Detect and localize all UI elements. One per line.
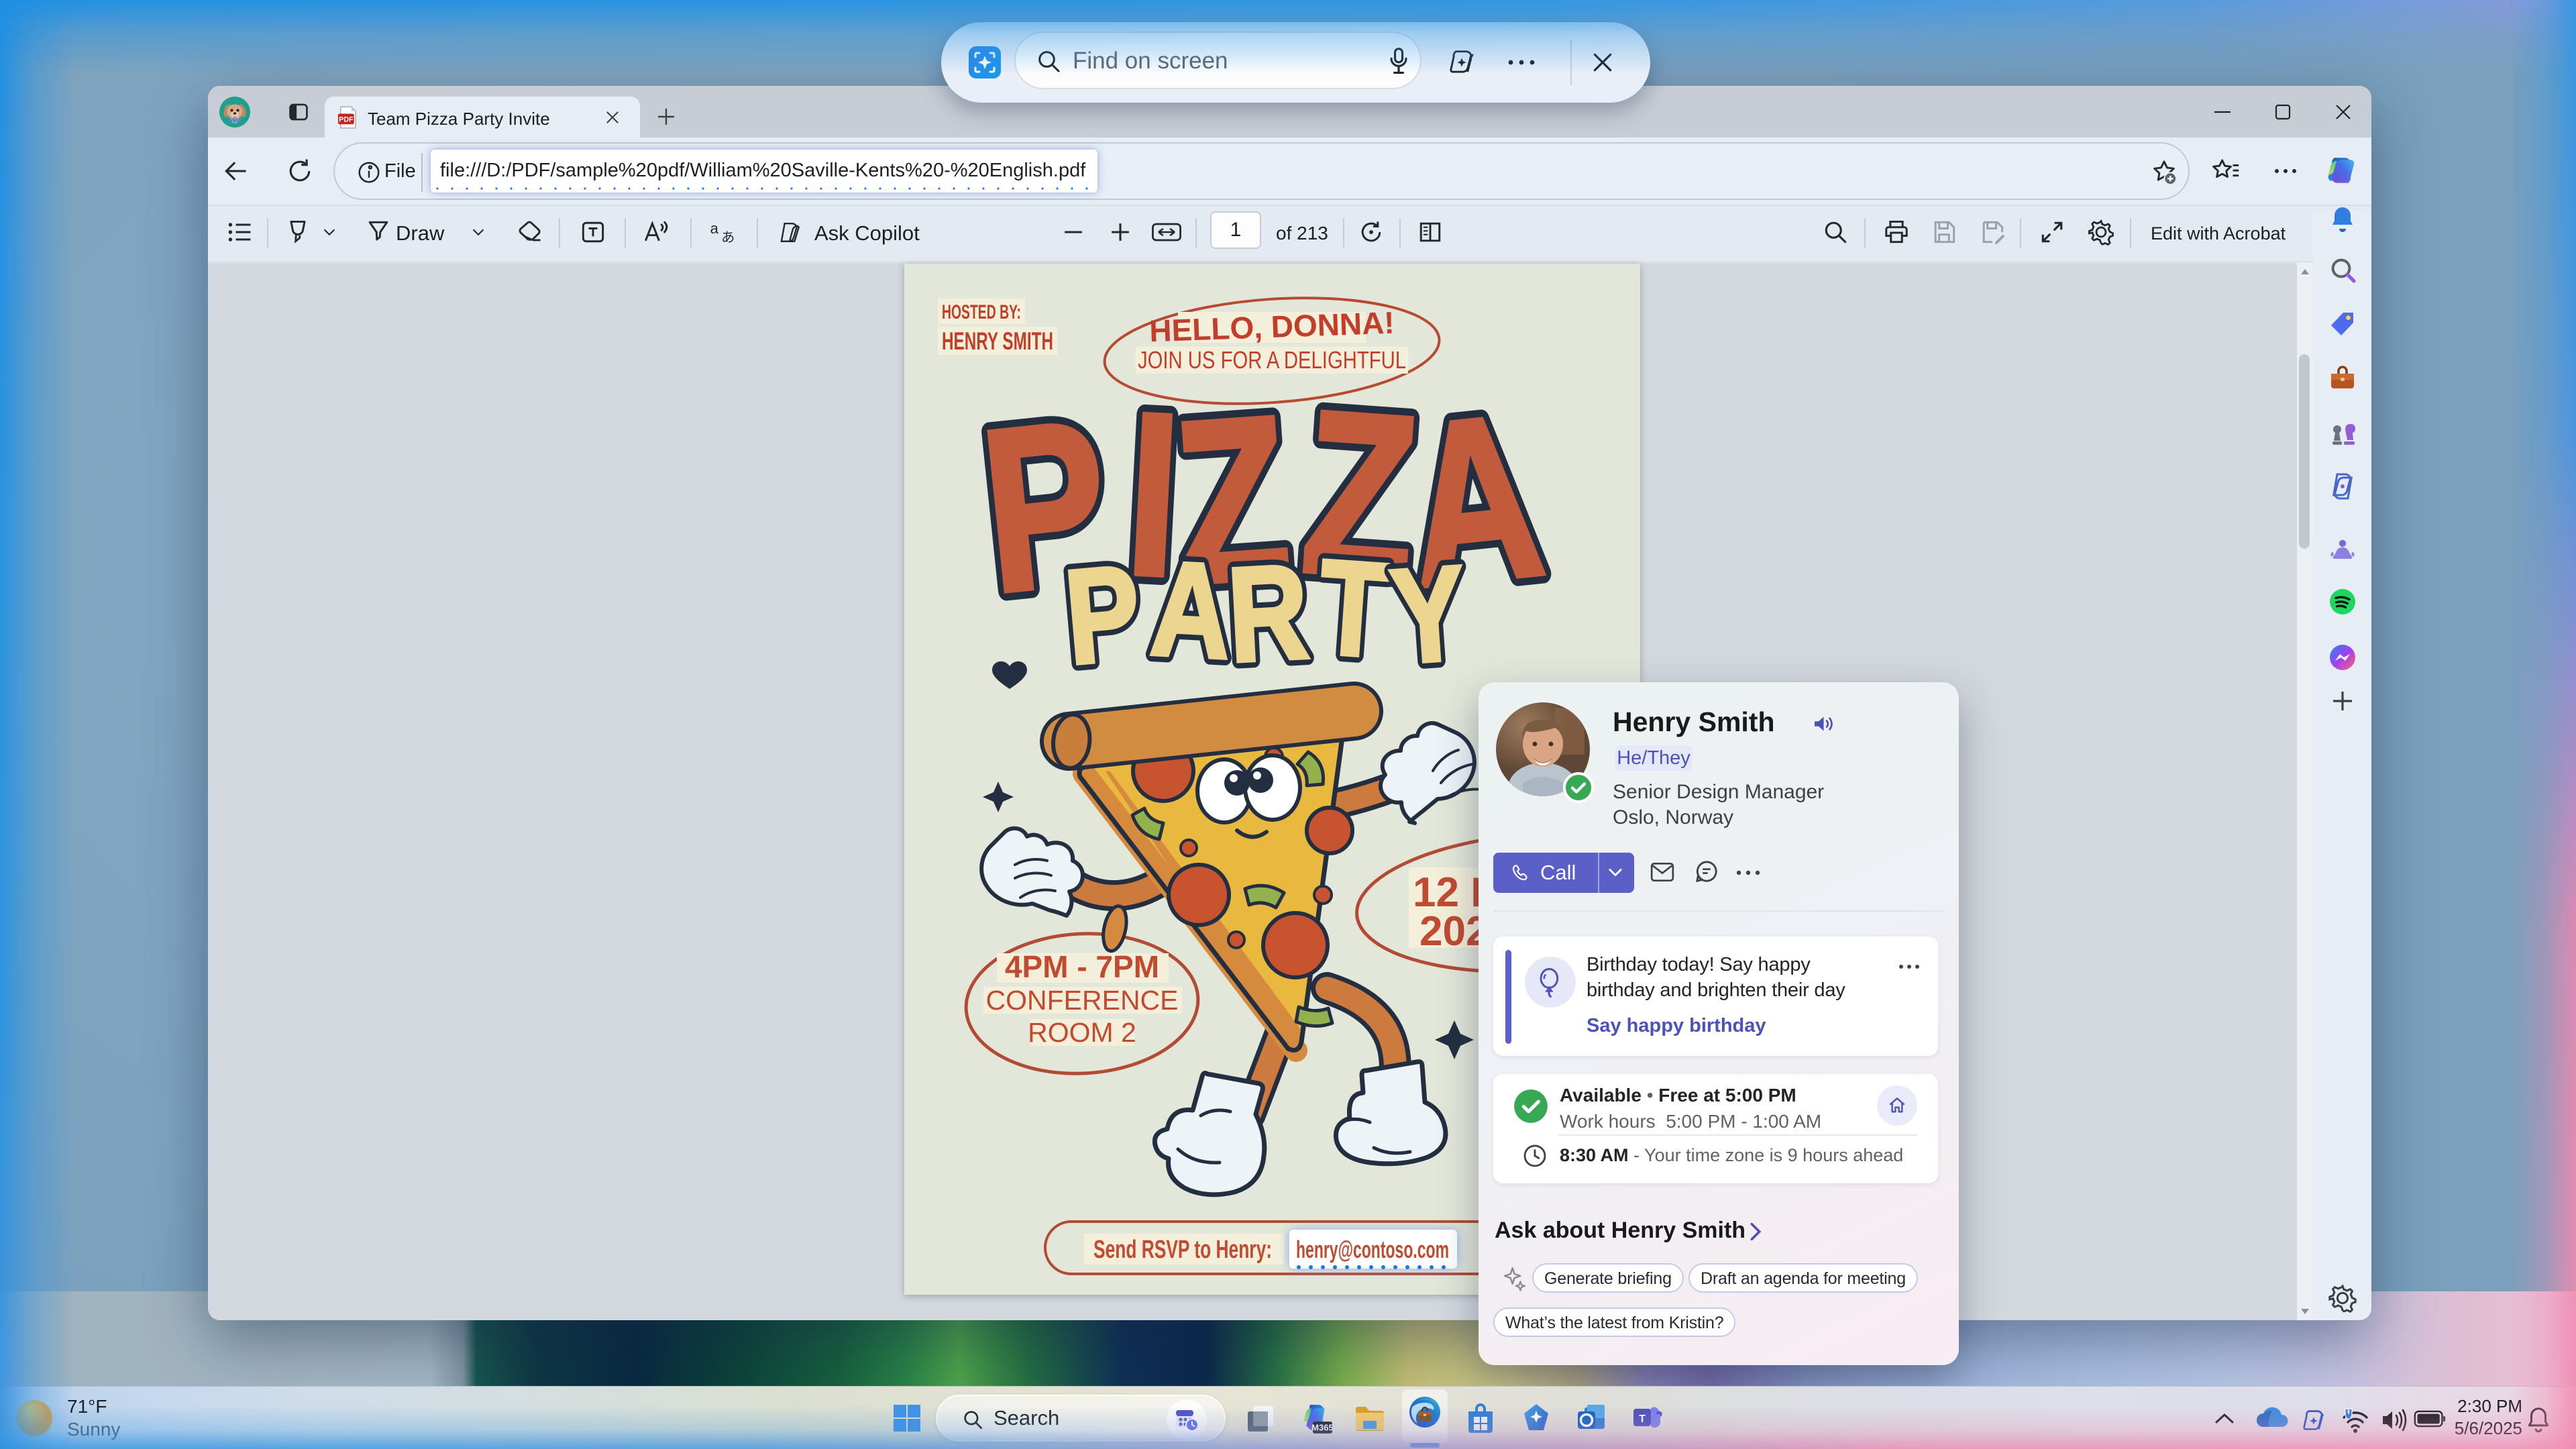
svg-text:HOSTED BY:: HOSTED BY: bbox=[942, 301, 1021, 323]
svg-text:HENRY SMITH: HENRY SMITH bbox=[942, 327, 1053, 355]
svg-text:あ: あ bbox=[721, 231, 735, 246]
svg-text:T: T bbox=[1314, 531, 1392, 686]
svg-text:T: T bbox=[1639, 1413, 1646, 1425]
svg-text:ROOM 2: ROOM 2 bbox=[1028, 1017, 1136, 1048]
svg-text:a: a bbox=[710, 220, 719, 237]
svg-text:henry@contoso.com: henry@contoso.com bbox=[1296, 1236, 1449, 1263]
svg-text:R: R bbox=[1224, 536, 1311, 690]
svg-text:P: P bbox=[1060, 536, 1146, 692]
svg-text:CONFERENCE: CONFERENCE bbox=[985, 985, 1178, 1016]
svg-text:Send RSVP to Henry:: Send RSVP to Henry: bbox=[1093, 1236, 1272, 1264]
svg-text:Y: Y bbox=[1387, 537, 1470, 692]
svg-text:PDF: PDF bbox=[339, 116, 354, 124]
svg-text:M365: M365 bbox=[1311, 1423, 1332, 1433]
svg-text:4PM - 7PM: 4PM - 7PM bbox=[1005, 949, 1159, 984]
svg-text:A: A bbox=[1148, 533, 1235, 687]
